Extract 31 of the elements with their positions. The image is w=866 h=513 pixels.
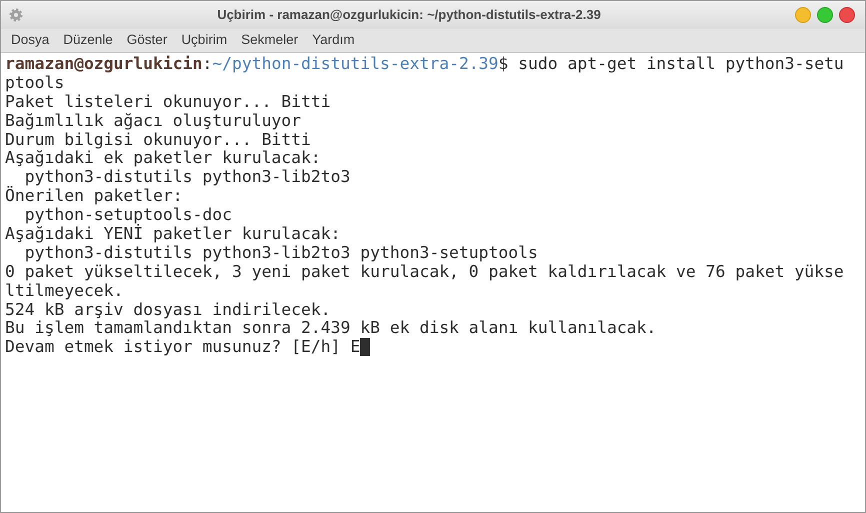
output-line: python3-distutils python3-lib2to3	[24, 168, 352, 186]
output-line: Aşağıdaki YENİ paketler kurulacak:	[5, 225, 342, 244]
close-button[interactable]	[839, 7, 855, 23]
output-line: Aşağıdaki ek paketler kurulacak:	[5, 149, 322, 168]
menu-item[interactable]: Yardım	[305, 30, 362, 51]
output-line: Bu işlem tamamlandıktan sonra 2.439 kB ek disk alanı kullanılacak.	[5, 319, 658, 338]
output-line: 0 paket yükseltilecek, 3 yeni paket kurulacak, 0 paket kaldırılacak ve 76 paket yükse	[5, 262, 845, 282]
prompt-user: ramazan@ozgurlukicin	[5, 54, 202, 73]
output-line: Önerilen paketler:	[5, 187, 184, 206]
menu-item[interactable]: Sekmeler	[234, 30, 306, 51]
output-line: Paket listeleri okunuyor... Bitti	[5, 92, 332, 112]
minimize-button[interactable]	[795, 7, 811, 23]
gear-icon[interactable]	[9, 8, 23, 22]
typed-input[interactable]: E	[350, 338, 360, 358]
output-line: 524 kB arşiv dosyası indirilecek.	[5, 300, 332, 320]
menu-item[interactable]: Dosya	[4, 30, 56, 51]
prompt-separator: :	[202, 54, 212, 73]
maximize-button[interactable]	[817, 7, 833, 23]
menu-item[interactable]: Düzenle	[56, 30, 120, 51]
menu-item[interactable]: Göster	[120, 30, 174, 51]
output-line: Bağımlılık ağacı oluşturuluyor	[5, 112, 302, 131]
output-line: ptools	[5, 74, 66, 93]
output-line: python-setuptools-doc	[24, 206, 233, 224]
prompt-question: Devam etmek istiyor musunuz? [E/h]	[5, 338, 342, 358]
prompt-path: ~/python-distutils-extra-2.39	[212, 54, 498, 73]
menu-item[interactable]: Uçbirim	[174, 30, 234, 51]
prompt-command: $ sudo apt-get install python3-setu	[498, 54, 844, 73]
window-title: Uçbirim - ramazan@ozgurlukicin: ~/python-distutils-extra-2.39	[216, 6, 602, 24]
output-line: Durum bilgisi okunuyor... Bitti	[5, 130, 312, 150]
output-line: ltilmeyecek.	[5, 282, 124, 301]
output-line: python3-distutils python3-lib2to3 python3-setuptools	[24, 244, 539, 263]
